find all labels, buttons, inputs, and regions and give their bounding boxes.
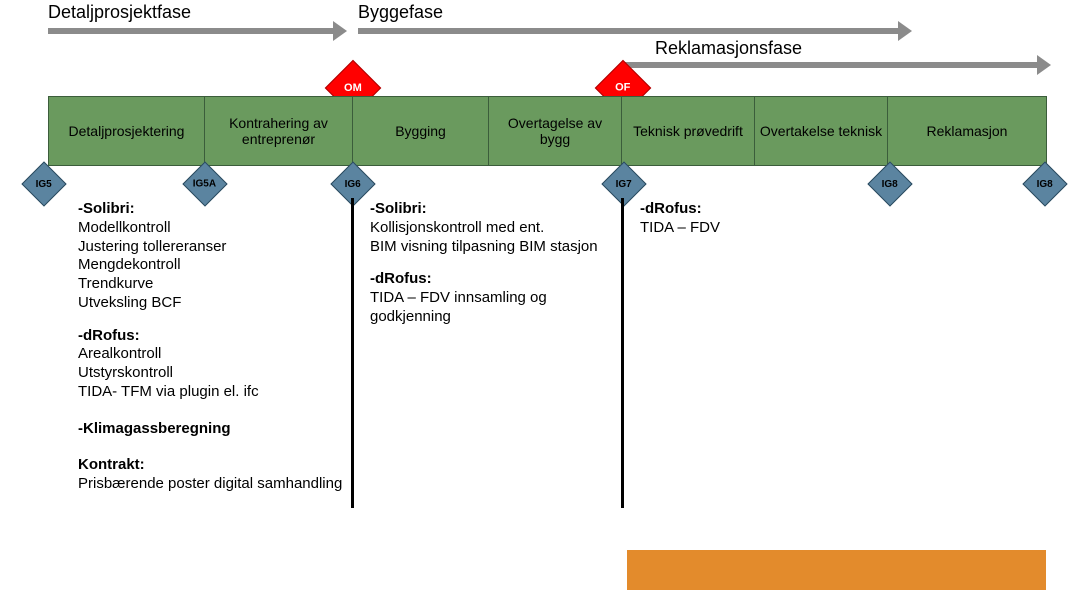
col2-h1: -Solibri: <box>370 200 605 219</box>
gate-ig5: IG5 <box>21 161 66 206</box>
col1-h2: -dRofus: <box>78 327 343 346</box>
col3-h1: -dRofus: <box>640 200 840 219</box>
phase-bygging: Bygging <box>353 97 489 165</box>
divider-2 <box>621 198 624 508</box>
phase-kontrahering: Kontrahering av entreprenør <box>205 97 353 165</box>
phase-bar: Detaljprosjektering Kontrahering av entr… <box>48 96 1047 166</box>
phase-detaljprosjektering: Detaljprosjektering <box>49 97 205 165</box>
arrow-detaljprosjektfase <box>48 28 333 34</box>
divider-1 <box>351 198 354 508</box>
phase-overtagelse-bygg: Overtagelse av bygg <box>489 97 622 165</box>
col2-text: -Solibri: Kollisjonskontroll med ent. BI… <box>370 200 605 327</box>
gate-ig8a: IG8 <box>867 161 912 206</box>
arrow-byggefase <box>358 28 898 34</box>
label-byggefase: Byggefase <box>358 2 443 23</box>
diagram-canvas: Detaljprosjektfase Byggefase Reklamasjon… <box>0 0 1071 610</box>
col1-h1: -Solibri: <box>78 200 343 219</box>
label-reklamasjonsfase: Reklamasjonsfase <box>655 38 802 59</box>
col1-text: -Solibri: Modellkontroll Justering tolle… <box>78 200 343 494</box>
col2-h2: -dRofus: <box>370 270 605 289</box>
phase-reklamasjon: Reklamasjon <box>888 97 1046 165</box>
label-detaljprosjektfase: Detaljprosjektfase <box>48 2 191 23</box>
col1-h3: -Klimagassberegning <box>78 420 343 439</box>
col1-h4: Kontrakt: <box>78 456 343 475</box>
gate-ig8b: IG8 <box>1022 161 1067 206</box>
arrow-reklamasjonsfase <box>622 62 1037 68</box>
col3-text: -dRofus: TIDA – FDV <box>640 200 840 238</box>
phase-teknisk-provedrift: Teknisk prøvedrift <box>622 97 755 165</box>
orange-bar <box>627 550 1046 590</box>
phase-overtakelse-teknisk: Overtakelse teknisk <box>755 97 888 165</box>
